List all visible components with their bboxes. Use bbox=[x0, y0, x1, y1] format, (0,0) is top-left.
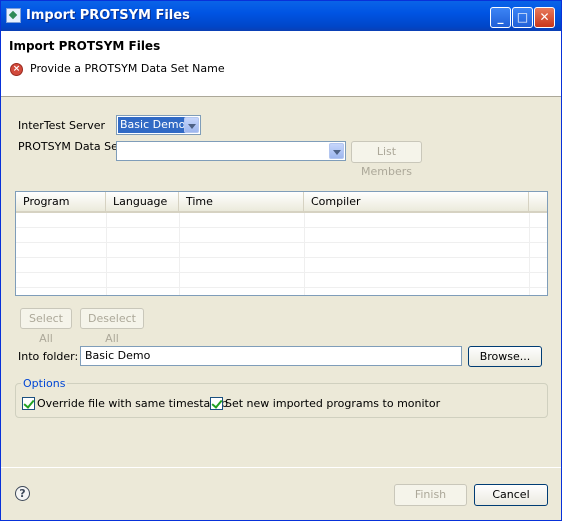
options-group-title: Options bbox=[21, 377, 68, 390]
table-row[interactable] bbox=[16, 273, 547, 288]
monitor-checkbox-label[interactable]: Set new imported programs to monitor bbox=[225, 397, 440, 410]
into-folder-input[interactable]: Basic Demo bbox=[80, 346, 462, 366]
dataset-dropdown-arrow-icon[interactable] bbox=[329, 143, 344, 159]
close-button[interactable]: ✕ bbox=[534, 7, 555, 28]
title-bar[interactable]: Import PROTSYM Files _ □ ✕ bbox=[1, 1, 561, 31]
server-select-value: Basic Demo bbox=[118, 117, 188, 133]
deselect-all-button[interactable]: Deselect All bbox=[80, 308, 144, 345]
override-checkbox[interactable] bbox=[22, 397, 35, 410]
select-all-button[interactable]: Select All bbox=[20, 308, 72, 345]
programs-table[interactable]: Program Language Time Compiler bbox=[15, 191, 548, 296]
column-header-language[interactable]: Language bbox=[106, 192, 179, 211]
cancel-button[interactable]: Cancel bbox=[474, 484, 548, 506]
table-row[interactable] bbox=[16, 258, 547, 273]
window-title: Import PROTSYM Files bbox=[26, 8, 190, 23]
app-icon bbox=[6, 8, 21, 23]
table-row[interactable] bbox=[16, 243, 547, 258]
import-dialog: Import PROTSYM Files _ □ ✕ Import PROTSY… bbox=[0, 0, 562, 521]
dataset-label: PROTSYM Data Set bbox=[18, 140, 123, 153]
maximize-button[interactable]: □ bbox=[512, 7, 533, 28]
header-title: Import PROTSYM Files bbox=[9, 39, 161, 53]
dataset-select[interactable] bbox=[116, 141, 346, 161]
table-row[interactable] bbox=[16, 228, 547, 243]
server-label: InterTest Server bbox=[18, 119, 106, 132]
server-dropdown-arrow-icon[interactable] bbox=[184, 117, 199, 133]
browse-button[interactable]: Browse... bbox=[468, 346, 542, 367]
error-icon: × bbox=[10, 63, 23, 76]
help-icon[interactable]: ? bbox=[15, 486, 30, 501]
table-header: Program Language Time Compiler bbox=[16, 192, 547, 213]
finish-button[interactable]: Finish bbox=[394, 484, 467, 506]
into-folder-label: Into folder: bbox=[18, 350, 79, 363]
monitor-checkbox[interactable] bbox=[210, 397, 223, 410]
table-row[interactable] bbox=[16, 213, 547, 228]
server-select[interactable]: Basic Demo bbox=[116, 115, 201, 135]
override-checkbox-label[interactable]: Override file with same timestamp bbox=[37, 397, 228, 410]
dataset-select-value bbox=[118, 143, 122, 159]
column-header-compiler[interactable]: Compiler bbox=[304, 192, 529, 211]
footer-separator bbox=[1, 467, 561, 468]
column-header-program[interactable]: Program bbox=[16, 192, 106, 211]
column-header-time[interactable]: Time bbox=[179, 192, 304, 211]
list-members-button[interactable]: List Members bbox=[351, 141, 422, 178]
header-message: Provide a PROTSYM Data Set Name bbox=[30, 62, 225, 75]
dialog-header: Import PROTSYM Files × Provide a PROTSYM… bbox=[1, 31, 561, 97]
minimize-button[interactable]: _ bbox=[490, 7, 511, 28]
